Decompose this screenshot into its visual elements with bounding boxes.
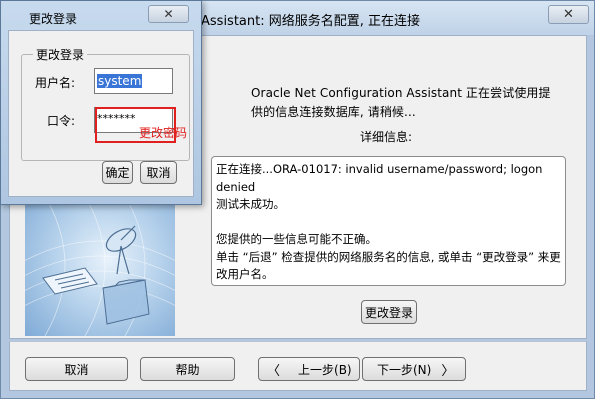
detail-label: 详细信息: [360, 130, 413, 144]
help-label: 帮助 [175, 362, 200, 377]
detail-textarea[interactable]: 正在连接...ORA-01017: invalid username/passw… [211, 156, 566, 286]
detail-line-1: 正在连接...ORA-01017: invalid username/passw… [216, 162, 543, 194]
username-value: system [97, 74, 143, 88]
next-button[interactable]: 下一步(N) 〉 [362, 357, 466, 381]
ok-button[interactable]: 确定 [102, 161, 133, 184]
detail-line-2: 测试未成功。 [216, 197, 285, 211]
group-title: 更改登录 [33, 46, 88, 63]
next-label: 下一步(N) [377, 362, 432, 377]
change-login-dialog: 更改登录 ✕ 更改登录 用户名: system 口令: ******* 确定 取… [0, 0, 202, 205]
close-icon: ✕ [563, 7, 574, 22]
main-window-title: Assistant: 网络服务名配置, 正在连接 [201, 14, 421, 29]
username-label: 用户名: [35, 76, 76, 90]
chevron-left-icon: 〈 [267, 363, 281, 379]
detail-line-4: 您提供的一些信息可能不正确。 [216, 232, 377, 246]
main-close-button[interactable]: ✕ [548, 5, 589, 24]
change-login-button[interactable]: 更改登录 [361, 300, 417, 324]
cancel-button[interactable]: 取消 [25, 357, 128, 381]
dialog-close-button[interactable]: ✕ [148, 5, 189, 23]
change-login-label: 更改登录 [364, 305, 413, 320]
chevron-right-icon: 〉 [441, 363, 455, 379]
back-label: 上一步(B) [298, 362, 352, 377]
detail-line-3 [216, 214, 561, 232]
annotation-text: 更改密码 [139, 126, 188, 140]
dialog-cancel-button[interactable]: 取消 [140, 161, 177, 184]
password-label: 口令: [47, 114, 76, 128]
dialog-cancel-label: 取消 [146, 166, 171, 180]
wizard-illustration [25, 196, 175, 336]
status-message: Oracle Net Configuration Assistant 正在尝试使… [251, 86, 551, 119]
close-icon: ✕ [163, 7, 174, 21]
cancel-label: 取消 [64, 362, 89, 377]
ok-label: 确定 [105, 166, 130, 180]
network-illustration-icon [25, 196, 175, 336]
wizard-footer: 取消 帮助 〈 上一步(B) 下一步(N) 〉 [9, 341, 587, 391]
back-button[interactable]: 〈 上一步(B) [258, 357, 360, 381]
username-input[interactable]: system [94, 68, 173, 94]
detail-line-5: 单击 “后退” 检查提供的网络服务名的信息, 或单击 “更改登录” 来更改用户名… [216, 249, 561, 282]
dialog-title: 更改登录 [29, 12, 78, 26]
help-button[interactable]: 帮助 [140, 357, 235, 381]
